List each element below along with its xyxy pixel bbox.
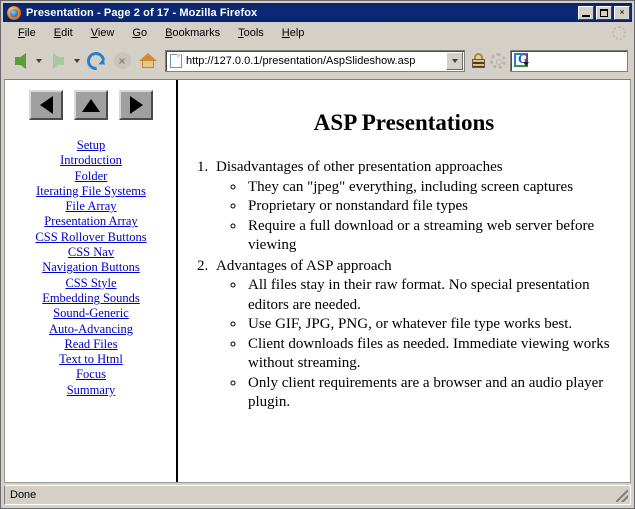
close-icon: × — [619, 7, 625, 17]
menu-bar: File Edit View Go Bookmarks Tools Help — [3, 23, 632, 43]
menu-item-file[interactable]: File — [9, 25, 45, 41]
menu-item-tools[interactable]: Tools — [229, 25, 273, 41]
outline-subitem: They can "jpeg" everything, including sc… — [246, 178, 630, 198]
up-arrow-icon — [82, 98, 100, 112]
throbber-icon — [612, 26, 626, 40]
home-icon — [139, 53, 157, 68]
previous-slide-button[interactable] — [29, 90, 63, 120]
outline-subitem: Proprietary or nonstandard file types — [246, 197, 630, 217]
next-slide-button[interactable] — [119, 90, 153, 120]
outline-subitem: Only client requirements are a browser a… — [246, 374, 630, 413]
browser-window: Presentation - Page 2 of 17 - Mozilla Fi… — [0, 0, 635, 509]
google-icon[interactable]: G — [514, 52, 530, 68]
menu-label-bookmarks-rest: ookmarks — [172, 27, 221, 39]
menu-label-tools-rest: ools — [243, 27, 264, 39]
sidebar-link-css-nav[interactable]: CSS Nav — [5, 245, 177, 260]
outline-subitem: All files stay in their raw format. No s… — [246, 276, 630, 315]
sidebar-link-sound-generic[interactable]: Sound-Generic — [5, 306, 177, 321]
sidebar-link-embedding-sounds[interactable]: Embedding Sounds — [5, 291, 177, 306]
menu-label-edit-rest: dit — [61, 27, 73, 39]
url-input[interactable]: http://127.0.0.1/presentation/AspSlidesh… — [186, 55, 446, 67]
menu-label-file-rest: ile — [24, 27, 36, 39]
outline-item: Advantages of ASP approach All files sta… — [212, 257, 630, 413]
window-title: Presentation - Page 2 of 17 - Mozilla Fi… — [26, 6, 258, 19]
gear-icon[interactable] — [490, 52, 506, 69]
sidebar-link-folder[interactable]: Folder — [5, 169, 177, 184]
sidebar-link-text-to-html[interactable]: Text to Html — [5, 352, 177, 367]
sidebar-link-summary[interactable]: Summary — [5, 383, 177, 398]
sidebar-link-css-style[interactable]: CSS Style — [5, 276, 177, 291]
sidebar-link-file-array[interactable]: File Array — [5, 199, 177, 214]
maximize-button[interactable] — [596, 5, 612, 20]
right-arrow-icon — [129, 96, 143, 114]
lock-icon[interactable] — [471, 52, 486, 69]
menu-label-view-rest: iew — [97, 27, 115, 39]
resize-grip[interactable] — [616, 490, 628, 502]
back-arrow-icon — [14, 52, 26, 69]
slide-content: ASP Presentations Disadvantages of other… — [178, 80, 630, 482]
title-bar: Presentation - Page 2 of 17 - Mozilla Fi… — [3, 3, 632, 22]
status-bar: Done — [4, 485, 631, 505]
menu-label-go-rest: o — [140, 27, 148, 39]
sidebar-link-css-rollover-buttons[interactable]: CSS Rollover Buttons — [5, 230, 177, 245]
sidebar-link-introduction[interactable]: Introduction — [5, 153, 177, 168]
sidebar-link-presentation-array[interactable]: Presentation Array — [5, 214, 177, 229]
sidebar-link-auto-advancing[interactable]: Auto-Advancing — [5, 322, 177, 337]
index-button[interactable] — [74, 90, 108, 120]
outline-subitem: Require a full download or a streaming w… — [246, 217, 630, 256]
back-button[interactable] — [7, 48, 33, 74]
url-dropdown-button[interactable] — [446, 51, 463, 70]
slide-title: ASP Presentations — [313, 110, 495, 135]
firefox-icon — [6, 5, 22, 21]
outline-item: Disadvantages of other presentation appr… — [212, 158, 630, 256]
menu-item-edit[interactable]: Edit — [45, 25, 82, 41]
minimize-button[interactable] — [578, 5, 594, 20]
menu-item-view[interactable]: View — [82, 25, 124, 41]
outline-subitem: Client downloads files as needed. Immedi… — [246, 335, 630, 374]
outline-item-text: Advantages of ASP approach — [216, 257, 392, 274]
menu-label-help-rest: elp — [289, 27, 305, 39]
search-bar[interactable]: G — [510, 49, 628, 72]
forward-dropdown-icon[interactable] — [74, 58, 80, 63]
sidebar-link-iterating-file-systems[interactable]: Iterating File Systems — [5, 184, 177, 199]
navigation-toolbar: × http://127.0.0.1/presentation/AspSlide… — [3, 43, 632, 78]
outline-sublist: All files stay in their raw format. No s… — [216, 276, 630, 413]
slide-sidebar: Setup Introduction Folder Iterating File… — [5, 80, 178, 482]
chevron-down-icon — [451, 58, 458, 63]
page-viewport: Setup Introduction Folder Iterating File… — [4, 79, 631, 483]
left-arrow-icon — [39, 96, 53, 114]
window-controls: × — [578, 5, 630, 20]
close-button[interactable]: × — [614, 5, 630, 20]
outline-subitem: Use GIF, JPG, PNG, or whatever file type… — [246, 315, 630, 335]
home-button[interactable] — [135, 48, 161, 74]
forward-button[interactable] — [45, 48, 71, 74]
slide-nav-buttons — [5, 90, 177, 120]
forward-arrow-icon — [52, 52, 64, 69]
reload-icon — [83, 47, 109, 74]
sidebar-link-read-files[interactable]: Read Files — [5, 337, 177, 352]
status-text: Done — [10, 489, 37, 501]
outline-item-text: Disadvantages of other presentation appr… — [216, 159, 503, 175]
menu-item-bookmarks[interactable]: Bookmarks — [156, 25, 229, 41]
sidebar-link-focus[interactable]: Focus — [5, 367, 177, 382]
stop-icon: × — [113, 52, 131, 69]
stop-button[interactable]: × — [109, 48, 135, 74]
sidebar-link-navigation-buttons[interactable]: Navigation Buttons — [5, 260, 177, 275]
address-bar[interactable]: http://127.0.0.1/presentation/AspSlidesh… — [165, 49, 465, 72]
slide-outline: Disadvantages of other presentation appr… — [178, 158, 630, 413]
reload-button[interactable] — [83, 47, 109, 74]
page-icon — [170, 53, 182, 68]
sidebar-link-setup[interactable]: Setup — [5, 138, 177, 153]
outline-sublist: They can "jpeg" everything, including sc… — [216, 178, 630, 256]
back-dropdown-icon[interactable] — [36, 58, 42, 63]
menu-item-go[interactable]: Go — [123, 25, 156, 41]
slide-link-list: Setup Introduction Folder Iterating File… — [5, 138, 177, 398]
menu-item-help[interactable]: Help — [273, 25, 314, 41]
